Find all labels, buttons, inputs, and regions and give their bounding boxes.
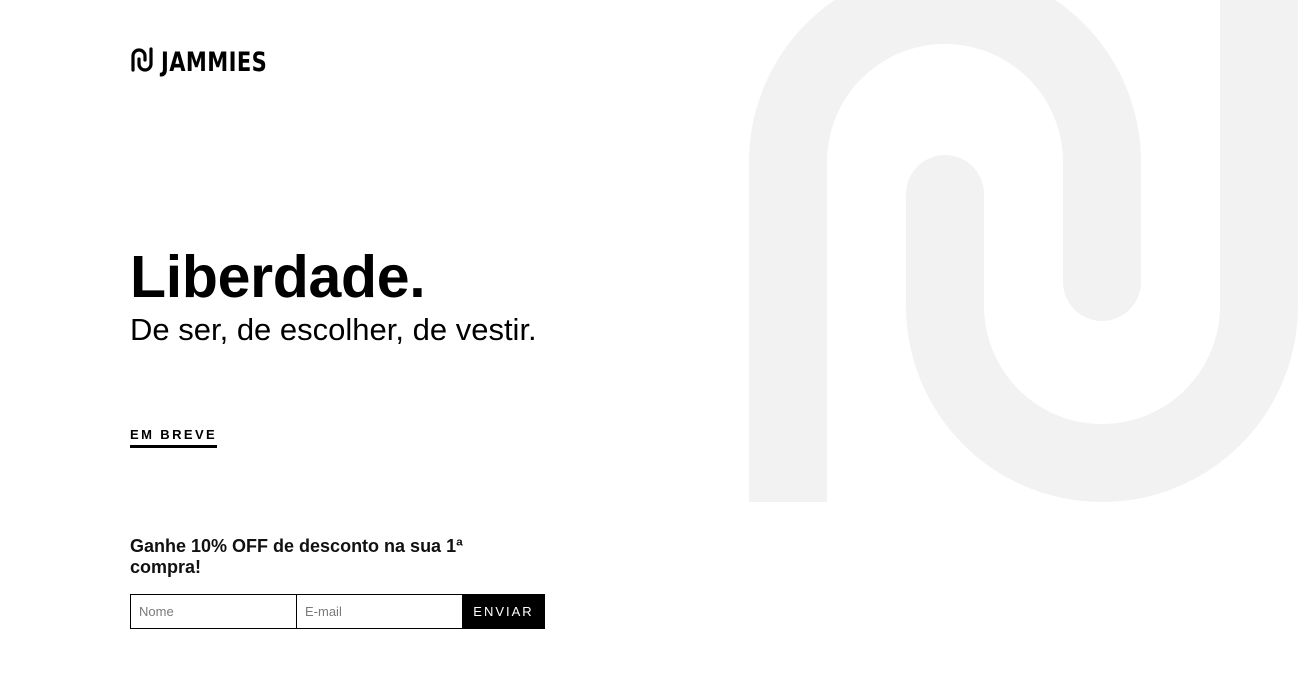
jammies-monogram-watermark [749, 0, 1298, 502]
name-input[interactable] [130, 594, 297, 629]
brand-name: JAMMIES [161, 46, 268, 78]
jammies-monogram-icon [131, 47, 153, 72]
promo-text: Ganhe 10% OFF de desconto na sua 1ª comp… [130, 536, 463, 577]
email-input[interactable] [296, 594, 463, 629]
coming-soon-link[interactable]: EM BREVE [130, 427, 218, 448]
landing-page: JAMMIES Liberdade. De ser, de escolher, … [0, 0, 1299, 678]
brand-logo[interactable]: JAMMIES [130, 42, 297, 78]
signup-form: ENVIAR [130, 594, 545, 629]
hero-headline: Liberdade. [130, 244, 426, 310]
submit-button[interactable]: ENVIAR [462, 594, 545, 629]
hero-subheadline: De ser, de escolher, de vestir. [130, 312, 537, 347]
